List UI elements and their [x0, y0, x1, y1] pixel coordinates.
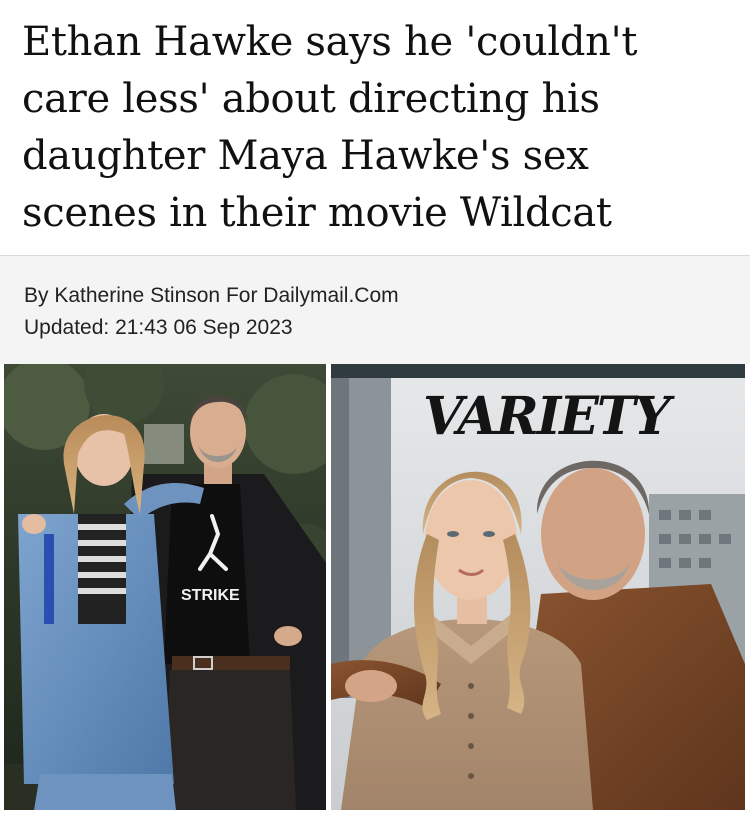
- magazine-cover-illustration: VARIETY: [331, 364, 745, 810]
- article-byline[interactable]: By Katherine Stinson For Dailymail.Com: [24, 280, 730, 312]
- variety-logo: VARIETY: [423, 386, 676, 447]
- headline-section: Ethan Hawke says he 'couldn't care less'…: [0, 0, 750, 256]
- magazine-cover-photo[interactable]: VARIETY: [331, 364, 745, 810]
- event-photo-illustration: STRIKE: [4, 364, 326, 810]
- article-headline: Ethan Hawke says he 'couldn't care less'…: [22, 19, 638, 236]
- shirt-text: STRIKE: [181, 587, 240, 604]
- byline-section: By Katherine Stinson For Dailymail.Com U…: [0, 256, 750, 364]
- article-updated-timestamp: Updated: 21:43 06 Sep 2023: [24, 316, 293, 339]
- event-photo[interactable]: STRIKE: [4, 364, 326, 810]
- article-image-row: STRIKE VARIETY: [0, 364, 750, 832]
